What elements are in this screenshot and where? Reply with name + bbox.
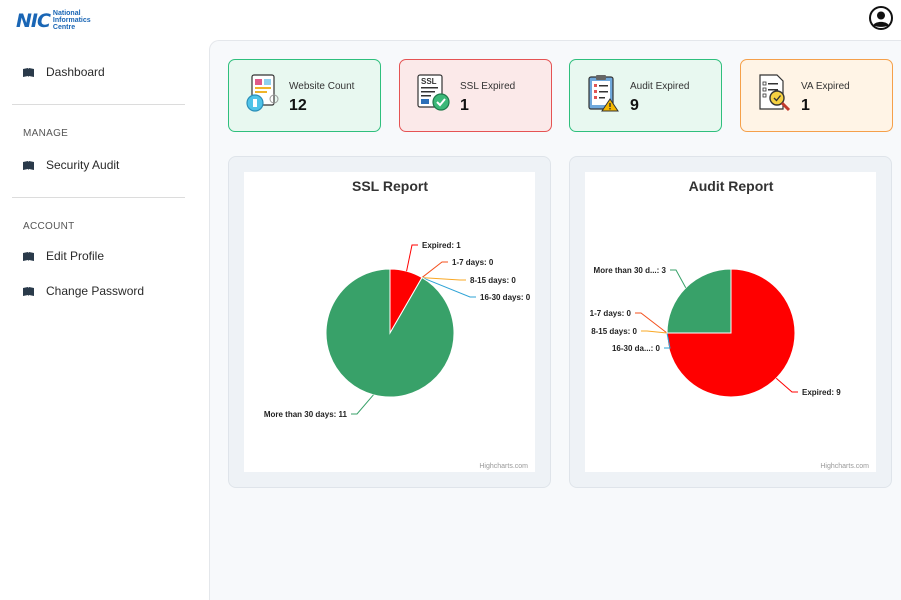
card-label: VA Expired (801, 81, 850, 92)
data-label-connector (351, 394, 374, 415)
svg-text:SSL: SSL (421, 77, 437, 86)
logo-text: National Informatics Centre (52, 10, 91, 31)
data-label-connector (421, 277, 466, 281)
card-label: Website Count (289, 81, 355, 92)
data-label-connector (775, 377, 798, 393)
va-expired-card[interactable]: VA Expired 1 (740, 59, 893, 132)
pie-slice[interactable] (325, 268, 455, 398)
card-label: Audit Expired (630, 81, 690, 92)
data-label: Expired: 9 (802, 388, 841, 397)
book-icon (23, 160, 34, 170)
sidebar-item-dashboard[interactable]: Dashboard (23, 64, 105, 80)
chart-title: Audit Report (689, 178, 774, 194)
audit-report-panel: Audit Report Expired: 9 1-7 days: 0 8-15 da… (569, 156, 892, 488)
data-label: 1-7 days: 0 (590, 309, 632, 318)
logo-mark: NIC (16, 9, 51, 32)
sidebar-item-label: Edit Profile (46, 249, 105, 263)
sidebar-divider (12, 104, 185, 105)
data-label-connector (421, 261, 448, 278)
ssl-certificate-icon: SSL (417, 74, 450, 111)
data-label-connector (635, 312, 668, 334)
pie-slice[interactable] (666, 268, 732, 334)
data-label-connector (641, 330, 668, 334)
sidebar-item-label: Change Password (46, 284, 145, 298)
card-value: 1 (801, 97, 810, 114)
ssl-pie-svg: SSL Report Expired: 1 1-7 days: 0 8-15 days… (264, 178, 531, 470)
sidebar: Dashboard MANAGE Security Audit ACCOUNT … (0, 40, 209, 600)
ssl-report-chart: SSL Report Expired: 1 1-7 days: 0 8-15 days… (244, 172, 535, 472)
book-icon (23, 67, 34, 77)
chart-credit[interactable]: Highcharts.com (820, 463, 869, 470)
ssl-report-panel: SSL Report Expired: 1 1-7 days: 0 8-15 days… (228, 156, 551, 488)
chart-credit[interactable]: Highcharts.com (479, 463, 528, 470)
card-value: 12 (289, 97, 307, 114)
data-label: 8-15 days: 0 (470, 276, 516, 285)
data-label: 8-15 days: 0 (591, 327, 637, 336)
user-avatar-icon[interactable] (869, 6, 893, 30)
book-icon (23, 251, 34, 261)
audit-expired-card[interactable]: Audit Expired 9 (569, 59, 722, 132)
sidebar-item-change-password[interactable]: Change Password (23, 283, 144, 299)
chart-title: SSL Report (352, 178, 428, 194)
data-label-connector (406, 244, 418, 272)
audit-report-chart: Audit Report Expired: 9 1-7 days: 0 8-15 da… (585, 172, 876, 472)
data-label: Expired: 1 (422, 241, 461, 250)
book-icon (23, 286, 34, 296)
card-value: 9 (630, 97, 639, 114)
top-navbar: NIC National Informatics Centre (0, 0, 901, 40)
sidebar-item-security-audit[interactable]: Security Audit (23, 157, 119, 173)
account-heading: ACCOUNT (23, 221, 75, 232)
main-content: Website Count 12 SSL SSL Expired 1 Audit… (209, 40, 901, 600)
ssl-expired-card[interactable]: SSL SSL Expired 1 (399, 59, 552, 132)
audit-pie-svg: Audit Report Expired: 9 1-7 days: 0 8-15 da… (590, 178, 870, 470)
manage-heading: MANAGE (23, 128, 69, 139)
data-label: More than 30 d...: 3 (594, 266, 667, 275)
website-icon (246, 74, 279, 112)
va-document-search-icon (759, 74, 791, 112)
sidebar-item-label: Dashboard (46, 65, 105, 79)
card-label: SSL Expired (460, 81, 516, 92)
sidebar-divider (12, 197, 185, 198)
website-count-card[interactable]: Website Count 12 (228, 59, 381, 132)
audit-clipboard-icon (588, 75, 619, 112)
data-label: 1-7 days: 0 (452, 258, 494, 267)
sidebar-item-label: Security Audit (46, 158, 120, 172)
data-label: 16-30 da...: 0 (612, 344, 661, 353)
sidebar-item-edit-profile[interactable]: Edit Profile (23, 248, 104, 264)
nic-logo[interactable]: NIC National Informatics Centre (16, 10, 91, 31)
data-label: More than 30 days: 11 (264, 410, 348, 419)
data-label: 16-30 days: 0 (480, 293, 531, 302)
data-label-connector (670, 269, 687, 288)
card-value: 1 (460, 97, 469, 114)
